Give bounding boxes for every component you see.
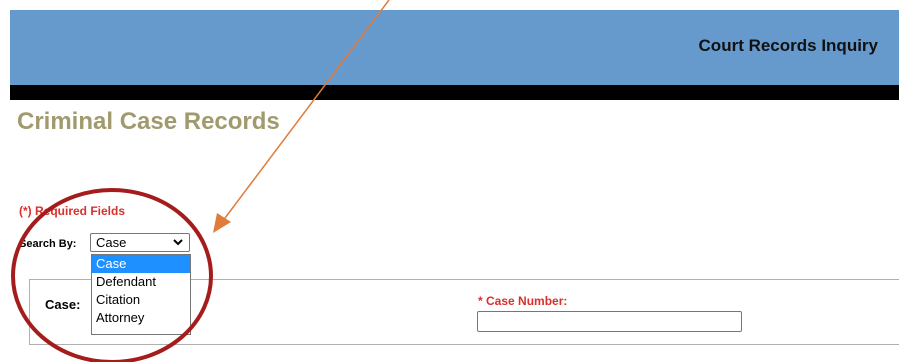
dropdown-option-attorney[interactable]: Attorney <box>92 309 190 327</box>
header-banner: Court Records Inquiry <box>10 10 899 85</box>
dropdown-option-citation[interactable]: Citation <box>92 291 190 309</box>
case-number-input[interactable] <box>477 311 742 332</box>
header-divider-bar <box>10 85 899 100</box>
chevron-down-icon <box>173 239 183 246</box>
dropdown-option-case[interactable]: Case <box>92 255 190 273</box>
annotation-arrowhead <box>213 213 231 233</box>
search-by-label: Search By: <box>19 238 77 250</box>
case-label: Case: <box>45 297 81 312</box>
page-title: Criminal Case Records <box>17 108 280 135</box>
dropdown-option-defendant[interactable]: Defendant <box>92 273 190 291</box>
search-by-select[interactable]: Case <box>90 233 190 252</box>
search-by-dropdown-list: Case Defendant Citation Attorney <box>91 254 191 335</box>
required-fields-note: (*) Required Fields <box>19 204 126 218</box>
search-by-selected-value: Case <box>96 235 127 250</box>
site-title: Court Records Inquiry <box>698 36 878 55</box>
case-number-label: * Case Number: <box>478 294 568 308</box>
